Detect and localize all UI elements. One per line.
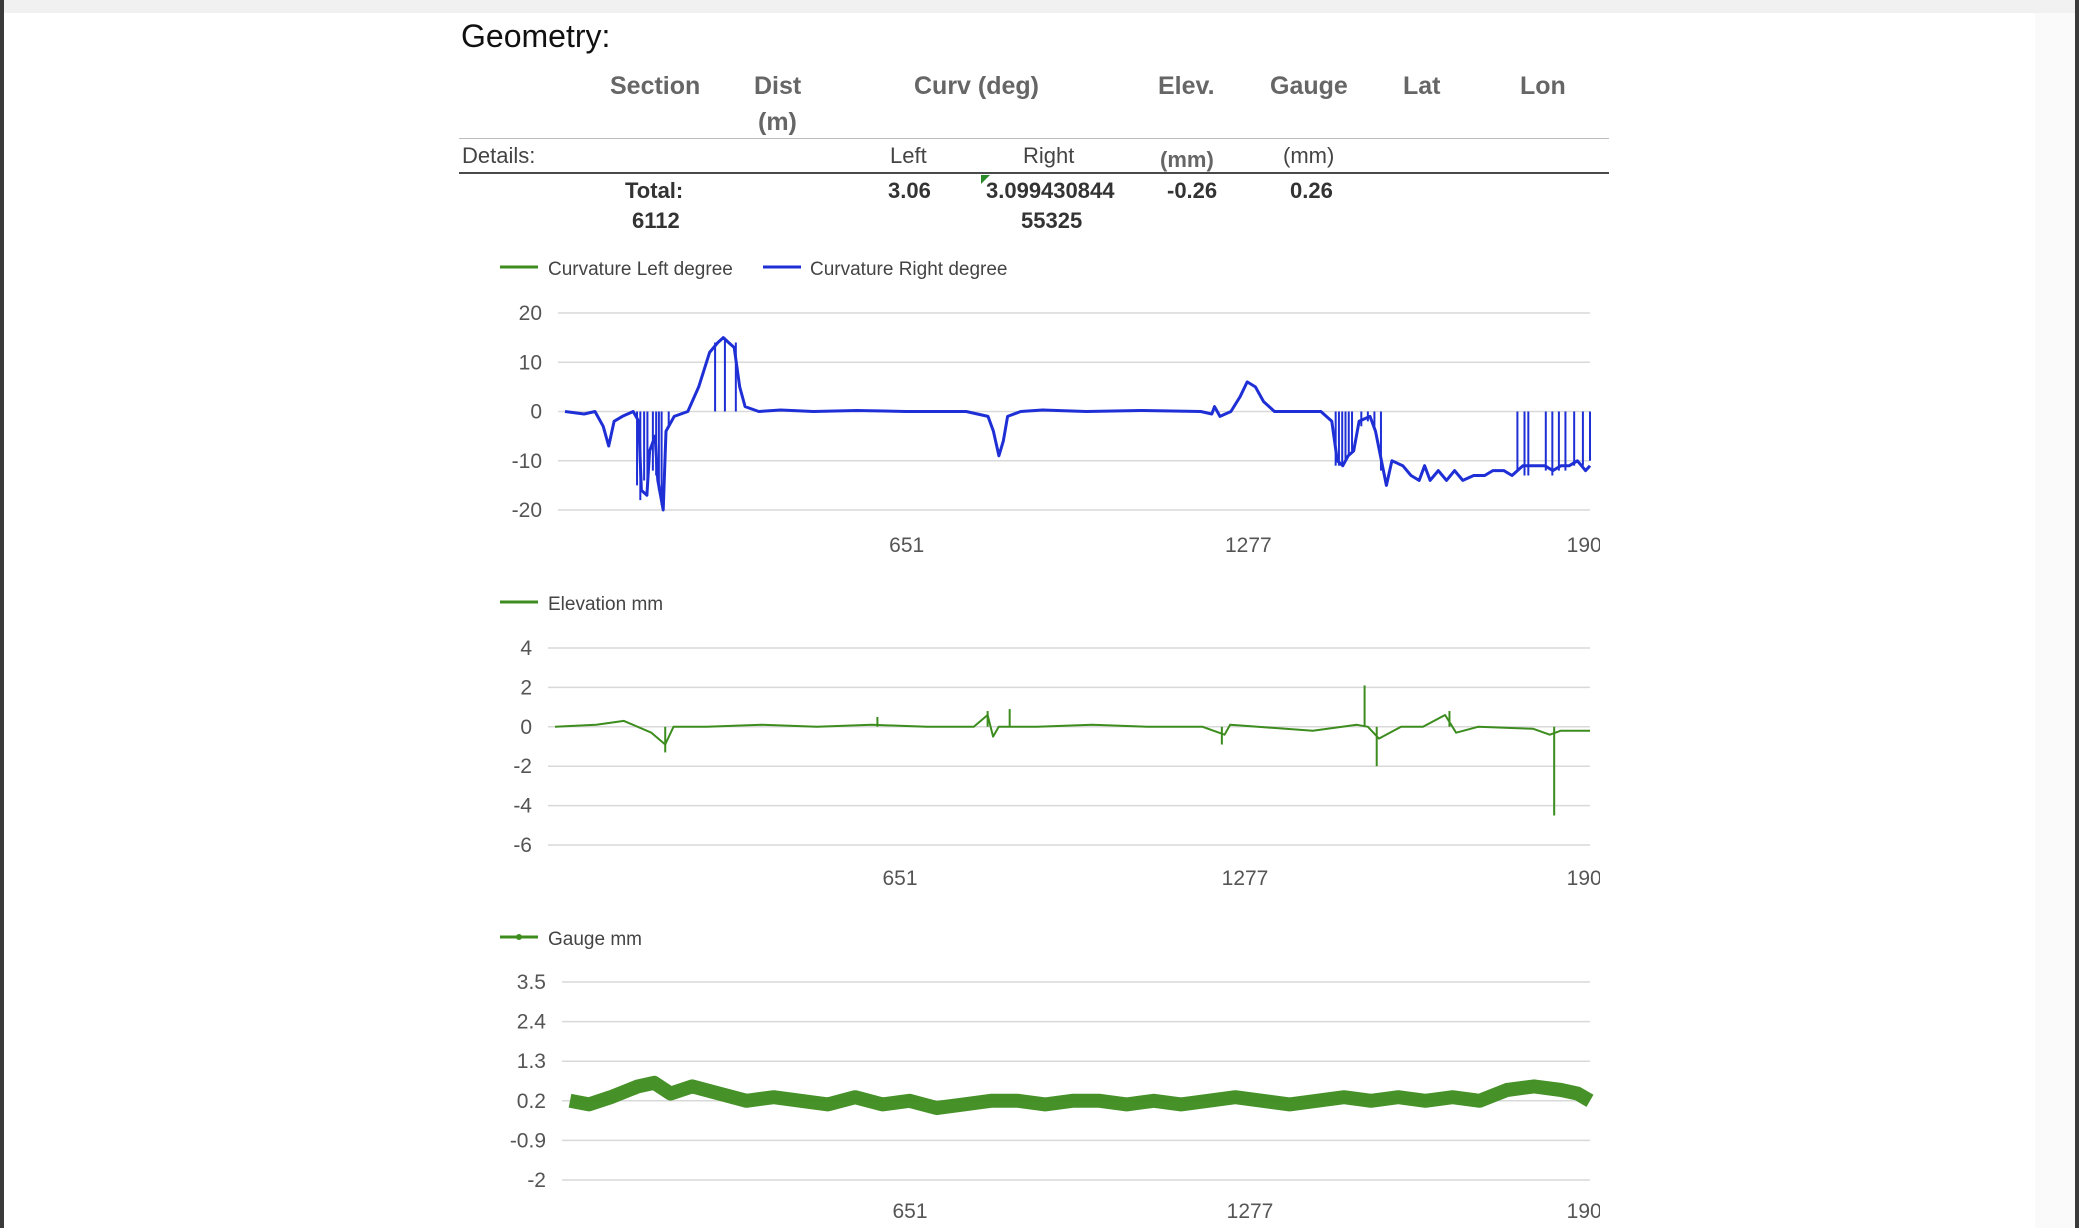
- legend-label-curvature-left: Curvature Left degree: [548, 259, 733, 280]
- section-title: Geometry:: [461, 18, 611, 54]
- y-tick-label: -0.9: [510, 1129, 546, 1152]
- total-section-value: 6112: [632, 208, 680, 233]
- gauge-chart: Gauge mm 3.5 2.4 1.3 0.2 -0.9 -2 651 1277 1903: [500, 929, 1600, 1223]
- y-tick-label: 4: [520, 637, 532, 660]
- legend-label-elevation: Elevation mm: [548, 594, 663, 615]
- subheader-gauge-unit: (mm): [1283, 143, 1335, 168]
- total-right-value-line1: 3.099430844: [986, 178, 1115, 203]
- gauge-y-axis: 3.5 2.4 1.3 0.2 -0.9 -2: [510, 971, 546, 1192]
- total-left-value: 3.06: [888, 178, 931, 203]
- x-tick-label: 1277: [1222, 867, 1269, 890]
- subheader-right: Right: [1023, 143, 1075, 168]
- legend-label-curvature-right: Curvature Right degree: [810, 259, 1008, 280]
- y-tick-label: 10: [519, 351, 542, 374]
- y-tick-label: -2: [527, 1169, 546, 1192]
- total-elev-value: -0.26: [1167, 178, 1218, 203]
- x-tick-label: 1903: [1567, 867, 1600, 890]
- elevation-grid: [548, 647, 1590, 846]
- y-tick-label: 0: [520, 716, 532, 739]
- total-label: Total:: [625, 178, 684, 203]
- elevation-chart: Elevation mm 4 2 0 -2 -4 -6 651 1277 1903: [500, 594, 1600, 890]
- x-tick-label: 651: [882, 867, 917, 890]
- total-right-value-line2: 55325: [1021, 208, 1083, 233]
- subheader-elev-unit: (mm): [1160, 147, 1214, 172]
- header-divider: [459, 138, 1609, 139]
- header-dist-unit: (m): [758, 108, 797, 136]
- header-elev: Elev.: [1158, 72, 1215, 100]
- x-tick-label: 651: [892, 1200, 927, 1223]
- y-tick-label: 1.3: [517, 1050, 546, 1073]
- window-top-bar: [0, 0, 2079, 13]
- x-tick-label: 1903: [1567, 534, 1600, 557]
- header-lon: Lon: [1520, 72, 1566, 100]
- x-tick-label: 651: [889, 534, 924, 557]
- legend-marker-gauge: [516, 934, 522, 940]
- y-tick-label: 0.2: [517, 1090, 546, 1113]
- header-curv: Curv (deg): [914, 72, 1039, 100]
- curvature-x-axis: 651 1277 1903: [889, 534, 1600, 557]
- curvature-right-line: [564, 336, 1592, 512]
- details-label: Details:: [462, 143, 536, 168]
- legend-label-gauge: Gauge mm: [548, 929, 642, 950]
- y-tick-label: -4: [513, 795, 532, 818]
- y-tick-label: -2: [513, 755, 532, 778]
- gauge-x-axis: 651 1277 1903: [892, 1200, 1600, 1223]
- table-divider: [459, 172, 1609, 174]
- x-tick-label: 1903: [1567, 1200, 1600, 1223]
- x-tick-label: 1277: [1225, 534, 1272, 557]
- gauge-line: [568, 1075, 1594, 1115]
- header-gauge: Gauge: [1270, 72, 1348, 100]
- elevation-line: [554, 714, 1590, 746]
- header-dist: Dist: [754, 72, 802, 100]
- gauge-grid: [562, 981, 1590, 1181]
- window-right-border: [2075, 0, 2079, 1228]
- y-tick-label: -10: [512, 450, 542, 473]
- y-tick-label: 2: [520, 676, 532, 699]
- x-tick-label: 1277: [1227, 1200, 1274, 1223]
- header-lat: Lat: [1403, 72, 1441, 100]
- total-gauge-value: 0.26: [1290, 178, 1333, 203]
- y-tick-label: -20: [512, 499, 542, 522]
- subheader-left: Left: [890, 143, 927, 168]
- y-tick-label: 2.4: [517, 1011, 547, 1034]
- window-left-border: [0, 0, 4, 1228]
- y-tick-label: -6: [513, 834, 532, 857]
- window-right-gutter: [2035, 13, 2075, 1228]
- curvature-y-axis: 20 10 0 -10 -20: [512, 302, 542, 522]
- elevation-y-axis: 4 2 0 -2 -4 -6: [513, 637, 532, 857]
- elevation-spikes: [664, 685, 1556, 816]
- elevation-x-axis: 651 1277 1903: [882, 867, 1600, 890]
- y-tick-label: 0: [530, 401, 542, 424]
- curvature-chart: Curvature Left degree Curvature Right de…: [500, 259, 1600, 557]
- y-tick-label: 3.5: [517, 971, 546, 994]
- y-tick-label: 20: [519, 302, 542, 325]
- header-section: Section: [610, 72, 701, 100]
